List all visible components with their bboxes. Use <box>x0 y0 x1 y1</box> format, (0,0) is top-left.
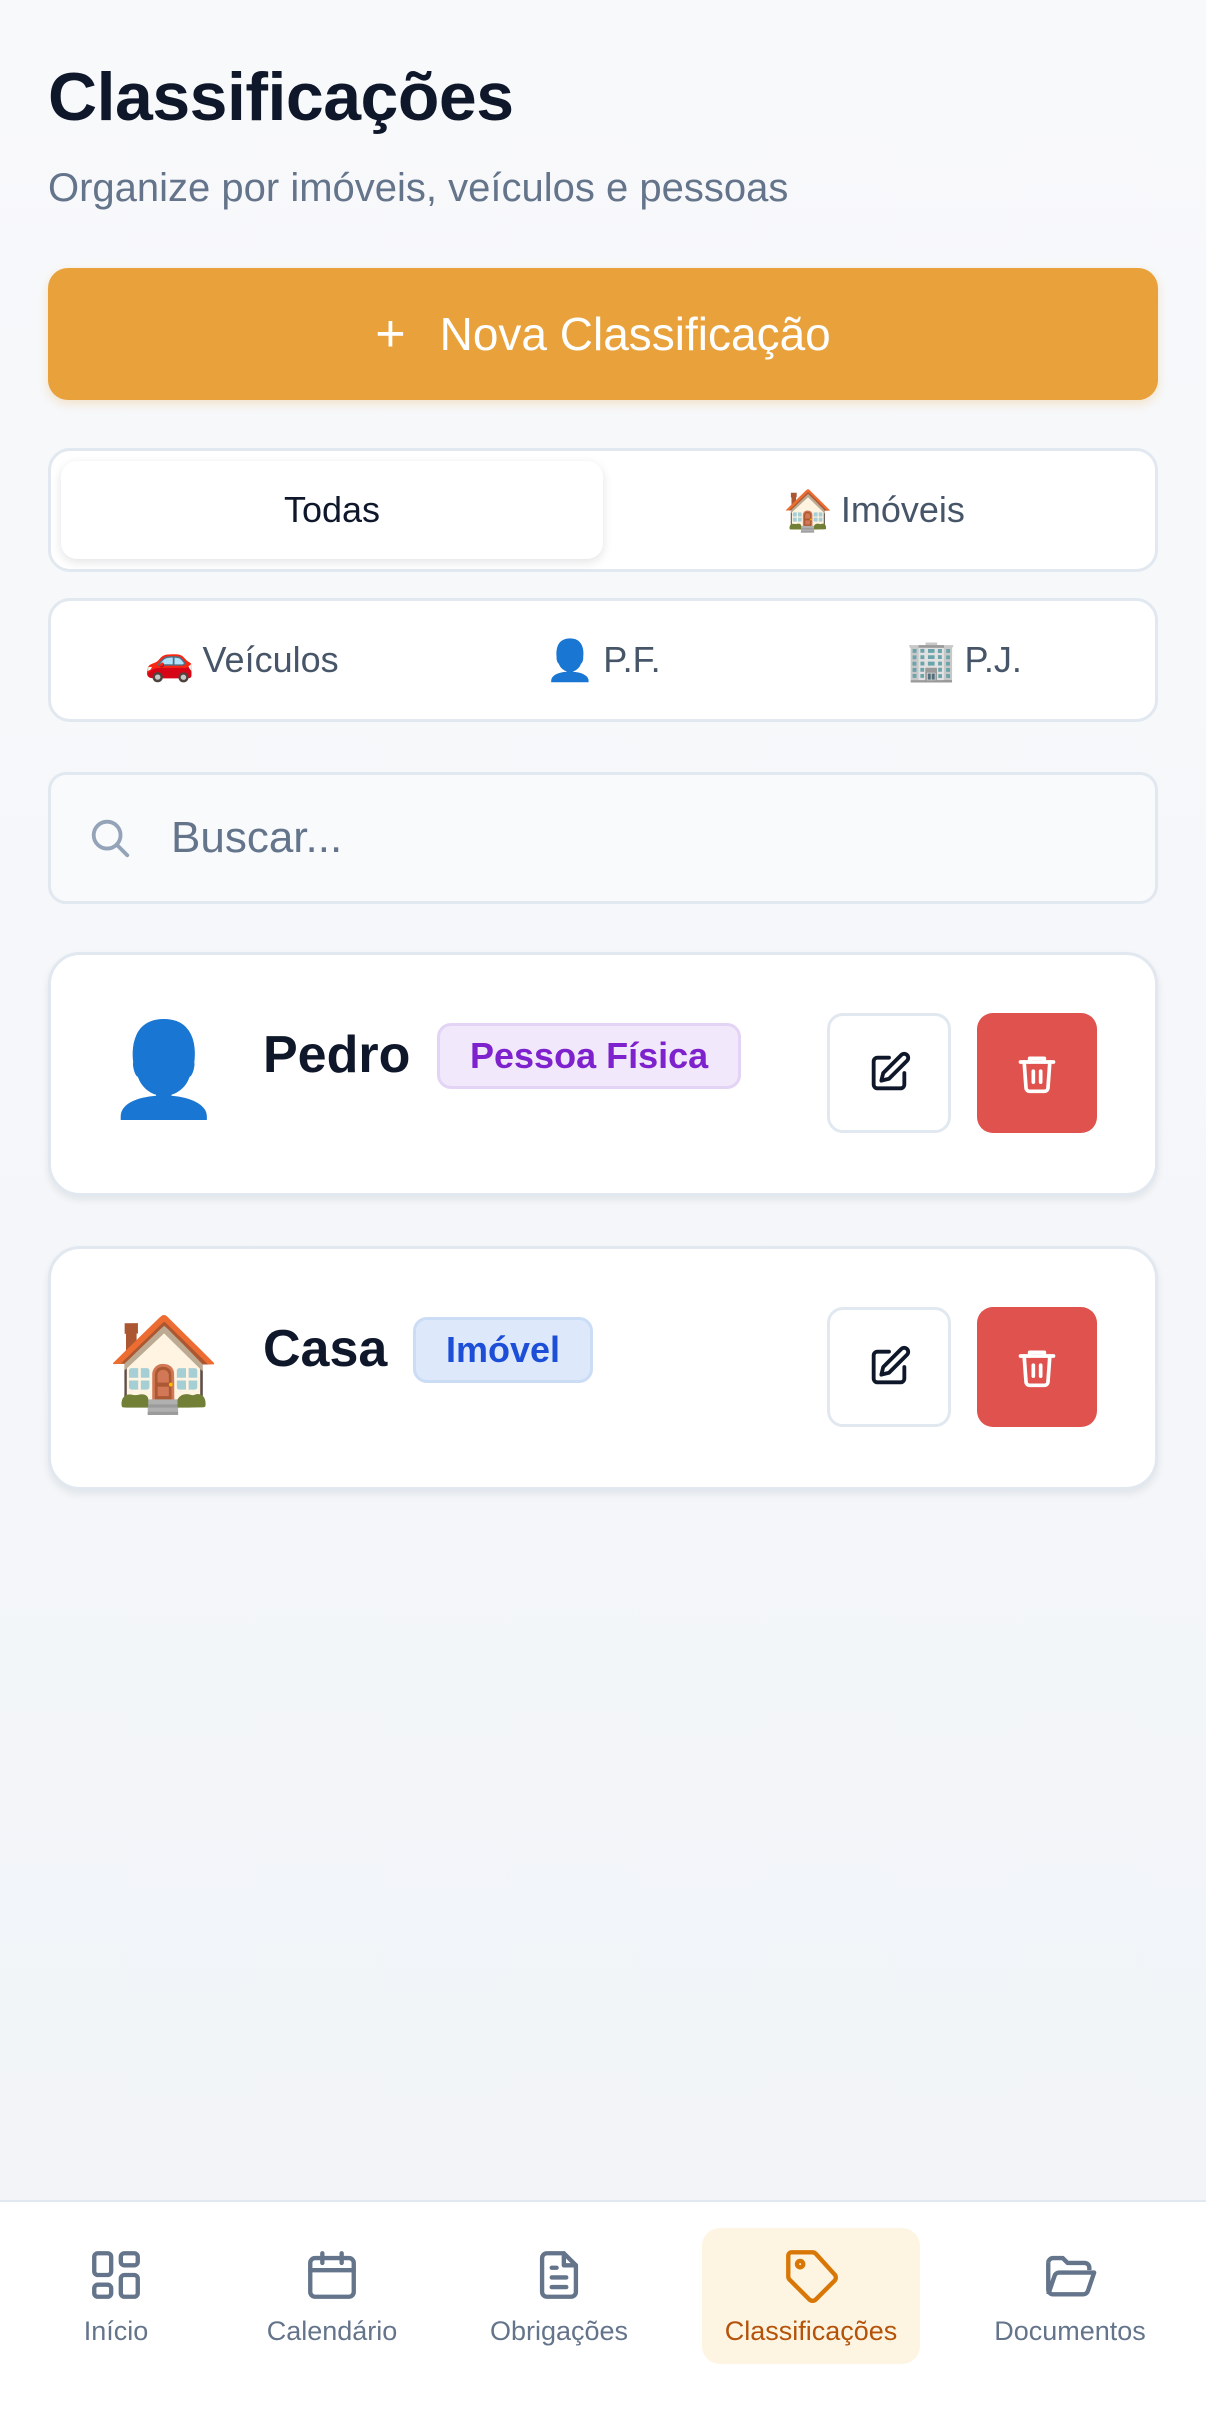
nav-label: Classificações <box>724 2315 898 2346</box>
nav-label: Calendário <box>266 2315 398 2346</box>
filter-tab-imoveis[interactable]: 🏠 Imóveis <box>603 461 1145 559</box>
new-classification-button[interactable]: + Nova Classificação <box>48 268 1158 400</box>
trash-icon <box>1018 1056 1056 1094</box>
filter-tab-pf[interactable]: 👤 P.F. <box>422 611 783 709</box>
filter-tab-label: Veículos <box>202 639 339 680</box>
filter-tab-label: Todas <box>283 489 381 530</box>
classification-name: Pedro <box>263 1026 411 1084</box>
calendar-icon <box>308 2250 356 2299</box>
nav-label: Obrigações <box>489 2315 629 2346</box>
classificacoes-screen: Classificações Organize por imóveis, veí… <box>0 0 1206 2416</box>
nav-label: Início <box>83 2315 149 2346</box>
car-icon: 🚗 <box>144 638 195 683</box>
trash-icon <box>1018 1350 1056 1388</box>
delete-button[interactable] <box>977 1013 1097 1133</box>
delete-button[interactable] <box>977 1307 1097 1427</box>
office-building-icon: 🏢 <box>906 638 957 683</box>
nav-label: Documentos <box>994 2315 1146 2346</box>
filter-tabs-row-1: Todas 🏠 Imóveis <box>48 448 1158 572</box>
filter-tabs-row-2: 🚗 Veículos 👤 P.F. 🏢 P.J. <box>48 598 1158 722</box>
filter-tab-pj[interactable]: 🏢 P.J. <box>784 611 1145 709</box>
house-icon: 🏠 <box>106 1312 222 1415</box>
plus-icon: + <box>375 305 406 363</box>
filter-tab-label: Imóveis <box>840 489 965 530</box>
nav-item-documentos[interactable]: Documentos <box>982 2228 1158 2364</box>
house-icon: 🏠 <box>783 488 833 533</box>
edit-icon <box>871 1051 911 1091</box>
type-badge: Pessoa Física <box>437 1023 742 1089</box>
bottom-navigation: Início Calendário Obrigações Classificaç… <box>0 2200 1206 2416</box>
filter-tab-veiculos[interactable]: 🚗 Veículos <box>61 611 422 709</box>
page-title: Classificações <box>48 59 514 135</box>
classification-name: Casa <box>263 1320 388 1378</box>
edit-button[interactable] <box>827 1013 951 1133</box>
new-classification-label: Nova Classificação <box>439 308 831 360</box>
nav-item-classificacoes[interactable]: Classificações <box>702 2228 920 2364</box>
search-box <box>48 772 1158 904</box>
edit-button[interactable] <box>827 1307 951 1427</box>
person-icon: 👤 <box>106 1018 222 1121</box>
edit-icon <box>871 1345 911 1385</box>
classification-card-pedro[interactable]: 👤 Pedro Pessoa Física <box>48 952 1158 1196</box>
document-icon <box>539 2250 579 2299</box>
page-subtitle: Organize por imóveis, veículos e pessoas <box>48 166 789 210</box>
filter-tab-label: P.J. <box>964 639 1022 680</box>
classification-card-casa[interactable]: 🏠 Casa Imóvel <box>48 1246 1158 1490</box>
person-icon: 👤 <box>545 638 596 683</box>
filter-tab-todas[interactable]: Todas <box>61 461 603 559</box>
search-input[interactable] <box>171 813 1071 863</box>
nav-item-obrigacoes[interactable]: Obrigações <box>476 2228 642 2364</box>
filter-tab-label: P.F. <box>603 639 661 680</box>
dashboard-icon <box>92 2250 140 2299</box>
tag-icon <box>786 2249 838 2303</box>
nav-item-inicio[interactable]: Início <box>56 2228 176 2364</box>
folder-open-icon <box>1046 2255 1097 2297</box>
search-icon <box>91 819 130 858</box>
type-badge: Imóvel <box>413 1317 594 1383</box>
nav-item-calendario[interactable]: Calendário <box>252 2228 412 2364</box>
